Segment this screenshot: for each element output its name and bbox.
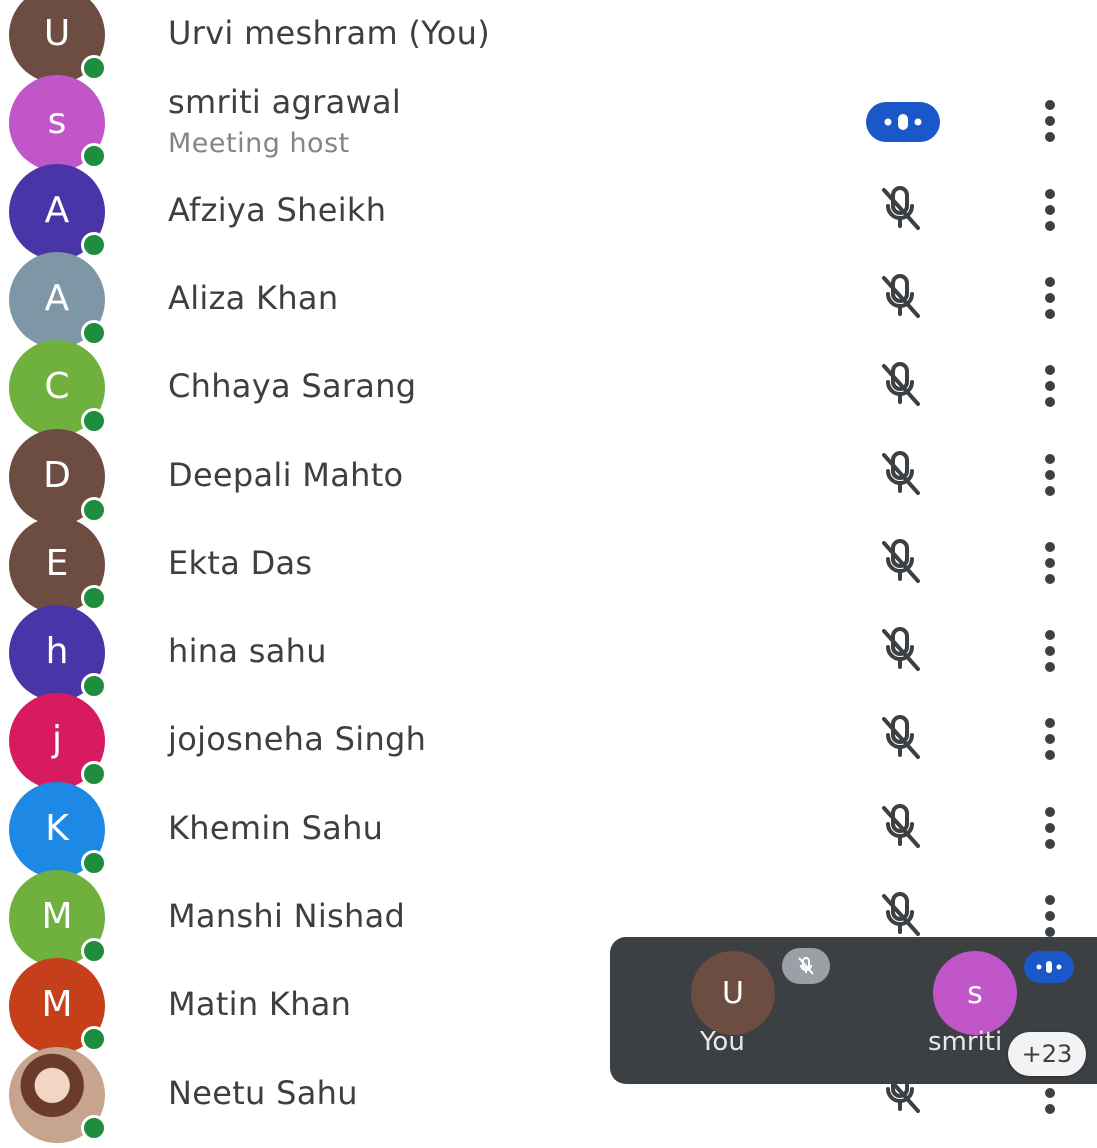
mic-off-icon[interactable] (868, 794, 932, 858)
online-status-dot (81, 497, 107, 523)
more-options-icon[interactable] (1036, 362, 1064, 410)
participant-name: smriti agrawal (168, 83, 402, 121)
speaking-indicator-icon (866, 102, 940, 142)
participant-row[interactable]: s Meeting host smriti agrawal (0, 75, 1097, 176)
more-options-icon[interactable] (1036, 97, 1064, 145)
avatar: j (9, 693, 107, 789)
online-status-dot (81, 1115, 107, 1141)
participant-name: Deepali Mahto (168, 456, 404, 494)
more-options-icon[interactable] (1036, 539, 1064, 587)
avatar: h (9, 605, 107, 701)
participant-name: Ekta Das (168, 544, 313, 582)
participant-row[interactable]: K Khemin Sahu (0, 782, 1097, 883)
avatar: C (9, 340, 107, 436)
avatar: A (9, 252, 107, 348)
mic-off-icon[interactable] (868, 176, 932, 240)
online-status-dot (81, 585, 107, 611)
participant-name: Urvi meshram (You) (168, 14, 491, 52)
overflow-count-badge[interactable]: +23 (1008, 1032, 1086, 1076)
avatar: M (9, 958, 107, 1054)
more-options-icon[interactable] (1036, 892, 1064, 940)
avatar-initial: M (41, 895, 73, 937)
avatar: D (9, 429, 107, 525)
avatar-initial: E (45, 542, 69, 584)
online-status-dot (81, 1026, 107, 1052)
mic-off-icon[interactable] (868, 617, 932, 681)
participant-row[interactable]: U Urvi meshram (You) (0, 0, 1097, 88)
online-status-dot (81, 850, 107, 876)
mic-off-icon[interactable] (868, 705, 932, 769)
participant-name: jojosneha Singh (168, 720, 427, 758)
participant-row[interactable]: j jojosneha Singh (0, 693, 1097, 794)
participant-name: Aliza Khan (168, 279, 339, 317)
avatar-initial: M (41, 983, 73, 1025)
mic-off-icon[interactable] (868, 352, 932, 416)
online-status-dot (81, 761, 107, 787)
tile-avatar-smriti: s (933, 951, 1017, 1035)
more-options-icon[interactable] (1036, 186, 1064, 234)
avatar-initial: A (44, 189, 70, 231)
avatar-initial: C (44, 365, 70, 407)
online-status-dot (81, 408, 107, 434)
mic-off-icon[interactable] (868, 529, 932, 593)
more-options-icon[interactable] (1036, 451, 1064, 499)
avatar: K (9, 782, 107, 878)
mic-off-icon[interactable] (868, 441, 932, 505)
mic-off-icon[interactable] (868, 264, 932, 328)
avatar: A (9, 164, 107, 260)
avatar: M (9, 870, 107, 966)
participant-name: Manshi Nishad (168, 897, 406, 935)
more-options-icon[interactable] (1036, 804, 1064, 852)
tile-label-smriti: smriti (928, 1027, 1003, 1057)
avatar-initial: U (43, 12, 71, 54)
participant-row[interactable]: D Deepali Mahto (0, 429, 1097, 530)
participant-name: Matin Khan (168, 985, 352, 1023)
avatar-initial: j (51, 718, 62, 760)
online-status-dot (81, 320, 107, 346)
participant-role: Meeting host (168, 128, 350, 159)
participant-row[interactable]: C Chhaya Sarang (0, 340, 1097, 441)
participant-name: Neetu Sahu (168, 1074, 358, 1112)
participant-row[interactable]: A Aliza Khan (0, 252, 1097, 353)
participant-row[interactable]: E Ekta Das (0, 517, 1097, 618)
more-options-icon[interactable] (1036, 715, 1064, 763)
participant-name: Chhaya Sarang (168, 367, 417, 405)
avatar-initial: s (47, 100, 67, 142)
online-status-dot (81, 55, 107, 81)
avatar: s (9, 75, 107, 171)
avatar: U (9, 0, 107, 83)
participant-row[interactable]: A Afziya Sheikh (0, 164, 1097, 265)
online-status-dot (81, 938, 107, 964)
participant-name: hina sahu (168, 632, 327, 670)
participant-row[interactable]: h hina sahu (0, 605, 1097, 706)
tile-label-you: You (700, 1027, 745, 1057)
online-status-dot (81, 143, 107, 169)
online-status-dot (81, 673, 107, 699)
tile-mic-off-icon (782, 948, 830, 984)
avatar-photo (9, 1047, 107, 1143)
avatar-initial: h (45, 630, 69, 672)
avatar-initial: A (44, 277, 70, 319)
avatar: E (9, 517, 107, 613)
tile-avatar-you: U (691, 951, 775, 1035)
participant-name: Afziya Sheikh (168, 191, 387, 229)
more-options-icon[interactable] (1036, 274, 1064, 322)
more-options-icon[interactable] (1036, 627, 1064, 675)
avatar-initial: K (45, 807, 69, 849)
avatar-initial: D (43, 454, 71, 496)
participant-name: Khemin Sahu (168, 809, 384, 847)
online-status-dot (81, 232, 107, 258)
tile-speaking-indicator-icon (1024, 951, 1074, 983)
